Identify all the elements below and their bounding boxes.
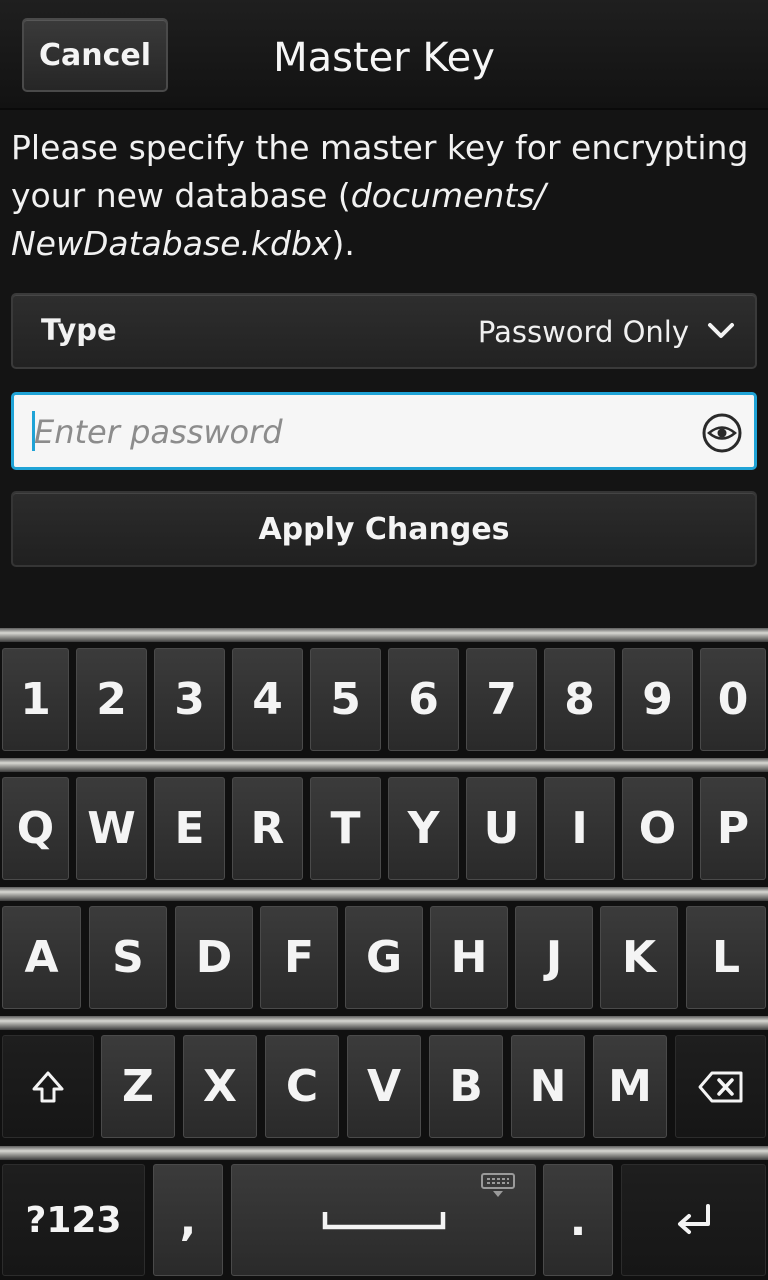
key-5[interactable]: 5 bbox=[310, 648, 381, 751]
key-z[interactable]: Z bbox=[101, 1035, 175, 1138]
key-r[interactable]: R bbox=[232, 777, 303, 880]
key-k[interactable]: K bbox=[600, 906, 678, 1009]
keyboard-fret bbox=[0, 1146, 768, 1160]
page-title: Master Key bbox=[273, 35, 495, 81]
key-h[interactable]: H bbox=[430, 906, 508, 1009]
enter-key[interactable] bbox=[621, 1164, 766, 1276]
key-4[interactable]: 4 bbox=[232, 648, 303, 751]
key-e[interactable]: E bbox=[154, 777, 225, 880]
period-key[interactable]: . bbox=[543, 1164, 613, 1276]
key-u[interactable]: U bbox=[466, 777, 537, 880]
keyboard-hide-icon bbox=[481, 1173, 515, 1197]
cancel-button[interactable]: Cancel bbox=[22, 18, 168, 92]
virtual-keyboard: 1 2 3 4 5 6 7 8 9 0 Q W E R T Y U I O P … bbox=[0, 628, 768, 1280]
eye-icon[interactable] bbox=[702, 413, 742, 453]
space-bar-icon bbox=[322, 1212, 445, 1230]
type-selected-value: Password Only bbox=[477, 315, 689, 349]
keyboard-fret bbox=[0, 758, 768, 772]
key-o[interactable]: O bbox=[622, 777, 693, 880]
key-8[interactable]: 8 bbox=[544, 648, 615, 751]
key-d[interactable]: D bbox=[175, 906, 253, 1009]
title-bar: Cancel Master Key bbox=[0, 0, 768, 110]
comma-key[interactable]: , bbox=[153, 1164, 223, 1276]
backspace-icon bbox=[698, 1071, 742, 1102]
key-3[interactable]: 3 bbox=[154, 648, 225, 751]
key-g[interactable]: G bbox=[345, 906, 423, 1009]
key-b[interactable]: B bbox=[429, 1035, 503, 1138]
key-y[interactable]: Y bbox=[388, 777, 459, 880]
apply-changes-button[interactable]: Apply Changes bbox=[11, 491, 757, 567]
type-label: Type bbox=[41, 313, 117, 347]
key-q[interactable]: Q bbox=[2, 777, 69, 880]
key-s[interactable]: S bbox=[89, 906, 167, 1009]
key-x[interactable]: X bbox=[183, 1035, 257, 1138]
space-key[interactable] bbox=[231, 1164, 536, 1276]
password-input[interactable]: Enter password bbox=[11, 392, 757, 470]
instructions-text: Please specify the master key for encryp… bbox=[11, 124, 751, 268]
key-v[interactable]: V bbox=[347, 1035, 421, 1138]
key-2[interactable]: 2 bbox=[76, 648, 147, 751]
key-j[interactable]: J bbox=[515, 906, 593, 1009]
backspace-key[interactable] bbox=[675, 1035, 766, 1138]
enter-icon bbox=[677, 1204, 710, 1234]
chevron-down-icon bbox=[708, 323, 734, 338]
key-f[interactable]: F bbox=[260, 906, 338, 1009]
key-7[interactable]: 7 bbox=[466, 648, 537, 751]
key-c[interactable]: C bbox=[265, 1035, 339, 1138]
key-6[interactable]: 6 bbox=[388, 648, 459, 751]
key-type-dropdown[interactable]: Type Password Only bbox=[11, 293, 757, 369]
key-9[interactable]: 9 bbox=[622, 648, 693, 751]
keyboard-fret bbox=[0, 1016, 768, 1030]
key-m[interactable]: M bbox=[593, 1035, 667, 1138]
key-l[interactable]: L bbox=[686, 906, 766, 1009]
key-1[interactable]: 1 bbox=[2, 648, 69, 751]
shift-icon bbox=[32, 1071, 64, 1102]
password-placeholder: Enter password bbox=[34, 413, 283, 451]
keyboard-fret bbox=[0, 628, 768, 642]
keyboard-fret bbox=[0, 887, 768, 901]
instructions-suffix: ). bbox=[331, 224, 355, 263]
key-p[interactable]: P bbox=[700, 777, 766, 880]
key-i[interactable]: I bbox=[544, 777, 615, 880]
symbols-key[interactable]: ?123 bbox=[2, 1164, 145, 1276]
key-w[interactable]: W bbox=[76, 777, 147, 880]
shift-key[interactable] bbox=[2, 1035, 94, 1138]
key-a[interactable]: A bbox=[2, 906, 81, 1009]
key-n[interactable]: N bbox=[511, 1035, 585, 1138]
key-0[interactable]: 0 bbox=[700, 648, 766, 751]
key-t[interactable]: T bbox=[310, 777, 381, 880]
